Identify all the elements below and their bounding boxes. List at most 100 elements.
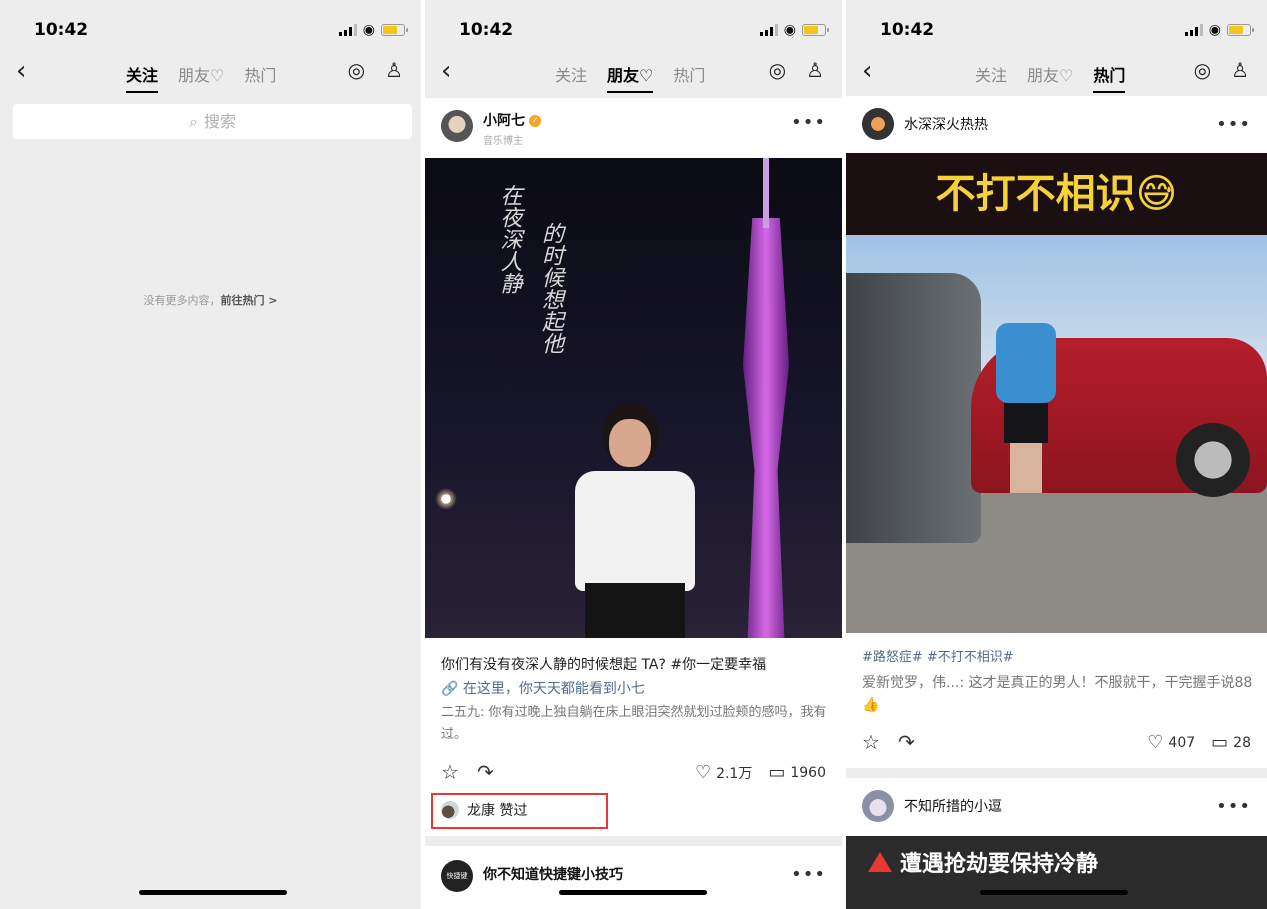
- avatar[interactable]: [862, 790, 894, 822]
- back-icon[interactable]: ‹: [16, 56, 26, 86]
- avatar[interactable]: 快捷键: [441, 860, 473, 892]
- comment-count: 1960: [790, 764, 826, 781]
- go-hot-link[interactable]: 前往热门 >: [220, 294, 277, 307]
- banner-text: 不打不相识😅: [935, 171, 1178, 217]
- like-count: 407: [1168, 734, 1196, 751]
- wifi-icon: ◉: [783, 22, 796, 38]
- more-options-icon[interactable]: •••: [1216, 114, 1251, 135]
- tab-following[interactable]: 关注: [975, 62, 1007, 93]
- star-icon[interactable]: ☆: [441, 760, 459, 784]
- tab-friends[interactable]: 朋友♡: [607, 62, 654, 93]
- search-icon: ⌕: [189, 112, 198, 131]
- overlay-line-2: 的时候想起他: [538, 222, 563, 354]
- star-icon[interactable]: ☆: [862, 730, 880, 754]
- location-icon[interactable]: ◎: [1194, 58, 1211, 82]
- panel-hot: 10:42 ◉ ‹ 关注 朋友♡ 热门 ◎ ♙ 水深深火热热 ••• 不打不相识…: [846, 0, 1267, 909]
- back-icon[interactable]: ‹: [441, 56, 451, 86]
- author-name[interactable]: 你不知道快捷键小技巧: [483, 864, 623, 884]
- panel-friends: 10:42 ◉ ‹ 关注 朋友♡ 热门 ◎ ♙ 小阿七 ✓ 音乐博主 ••• 在…: [425, 0, 842, 909]
- battery-icon: [381, 24, 408, 36]
- post-actions: ☆ ↷ ♡ 407 ▭ 28: [862, 730, 1251, 754]
- post-caption: 你们有没有夜深人静的时候想起 TA? #你一定要幸福: [441, 657, 767, 673]
- author-name[interactable]: 小阿七 ✓: [483, 110, 541, 130]
- post-video[interactable]: 不打不相识😅: [846, 153, 1267, 633]
- comment-icon: ▭: [768, 762, 786, 783]
- car-wheel: [1176, 423, 1250, 497]
- profile-icon[interactable]: ♙: [385, 58, 403, 82]
- street-light: [435, 488, 457, 510]
- like-count: 2.1万: [716, 765, 753, 782]
- signal-icon: [338, 24, 357, 36]
- top-comment[interactable]: 二五九: 你有过晚上独自躺在床上眼泪突然就划过脸颊的感吗，我有过。: [441, 702, 828, 746]
- comment-button[interactable]: ▭ 28: [1211, 732, 1251, 753]
- post-link-text: 在这里，你天天都能看到小七: [462, 681, 645, 697]
- wifi-icon: ◉: [1208, 22, 1221, 38]
- overlay-line-1: 在夜深人静: [496, 184, 522, 294]
- status-bar: 10:42 ◉: [0, 0, 421, 52]
- tower-spire: [763, 158, 769, 228]
- tab-hot[interactable]: 热门: [244, 62, 276, 93]
- post-header: 水深深火热热 •••: [846, 96, 1267, 154]
- avatar[interactable]: [862, 108, 894, 140]
- top-comment[interactable]: 爱新觉罗，伟...: 这才是真正的男人！不服就干，干完握手说88👍: [862, 672, 1253, 716]
- author-name[interactable]: 不知所措的小逗: [904, 796, 1002, 816]
- comment-icon: ▭: [1211, 732, 1229, 753]
- post-video[interactable]: 在夜深人静 的时候想起他: [425, 158, 842, 638]
- post-header: 不知所措的小逗 •••: [846, 778, 1267, 836]
- back-icon[interactable]: ‹: [862, 56, 872, 86]
- share-icon[interactable]: ↷: [898, 730, 915, 754]
- home-indicator[interactable]: [980, 890, 1128, 895]
- avatar: [441, 801, 459, 819]
- post-link[interactable]: 🔗 在这里，你天天都能看到小七: [441, 678, 828, 700]
- gray-suv: [846, 273, 981, 543]
- tab-following[interactable]: 关注: [126, 62, 159, 93]
- empty-text: 没有更多内容，: [143, 294, 221, 307]
- search-input[interactable]: ⌕ 搜索: [13, 104, 412, 139]
- author-name[interactable]: 水深深火热热: [904, 114, 988, 134]
- verified-icon: ✓: [529, 115, 541, 127]
- post-hashtags[interactable]: #路怒症# #不打不相识#: [862, 647, 1253, 669]
- profile-icon[interactable]: ♙: [806, 58, 824, 82]
- overlay-text: 在夜深人静 的时候想起他: [495, 184, 564, 354]
- more-options-icon[interactable]: •••: [1216, 796, 1251, 817]
- video-banner: 遭遇抢劫要保持冷静: [868, 846, 1098, 878]
- post-video[interactable]: 遭遇抢劫要保持冷静: [846, 836, 1267, 909]
- tab-hot[interactable]: 热门: [1093, 62, 1126, 93]
- top-nav: ‹ 关注 朋友♡ 热门 ◎ ♙: [425, 52, 842, 94]
- more-options-icon[interactable]: •••: [791, 112, 826, 133]
- location-icon[interactable]: ◎: [348, 58, 365, 82]
- empty-message: 没有更多内容，前往热门 >: [0, 292, 421, 308]
- video-banner: 不打不相识😅: [846, 153, 1267, 235]
- tab-friends[interactable]: 朋友♡: [1027, 62, 1073, 93]
- post-header: 小阿七 ✓ 音乐博主 •••: [425, 98, 842, 156]
- home-indicator[interactable]: [139, 890, 287, 895]
- status-bar: 10:42 ◉: [425, 0, 842, 52]
- top-nav: ‹ 关注 朋友♡ 热门 ◎ ♙: [0, 52, 421, 94]
- link-icon: 🔗: [441, 681, 463, 697]
- tab-friends[interactable]: 朋友♡: [178, 62, 224, 93]
- post-card: 水深深火热热 ••• 不打不相识😅 #路怒症# #不打不相识# 爱新觉罗，伟..…: [846, 96, 1267, 768]
- warning-icon: [868, 852, 892, 872]
- avatar-text: 快捷键: [446, 872, 468, 880]
- profile-icon[interactable]: ♙: [1231, 58, 1249, 82]
- signal-icon: [759, 24, 778, 36]
- author-subtitle: 音乐博主: [483, 136, 523, 147]
- like-button[interactable]: ♡ 407: [1147, 732, 1195, 753]
- tower-graphic: [743, 218, 789, 638]
- post-actions: ☆ ↷ ♡ 2.1万 ▭ 1960: [441, 760, 826, 784]
- liked-by[interactable]: 龙康 赞过: [441, 800, 527, 820]
- tab-hot[interactable]: 热门: [673, 62, 705, 93]
- share-icon[interactable]: ↷: [477, 760, 494, 784]
- author-name-text: 小阿七: [483, 113, 525, 129]
- location-icon[interactable]: ◎: [769, 58, 786, 82]
- wifi-icon: ◉: [362, 22, 375, 38]
- signal-icon: [1184, 24, 1203, 36]
- home-indicator[interactable]: [559, 890, 707, 895]
- more-options-icon[interactable]: •••: [791, 864, 826, 885]
- comment-button[interactable]: ▭ 1960: [768, 762, 826, 783]
- avatar[interactable]: [441, 110, 473, 142]
- man-figure: [996, 323, 1056, 493]
- tab-following[interactable]: 关注: [555, 62, 587, 93]
- like-button[interactable]: ♡ 2.1万: [695, 762, 752, 783]
- status-time: 10:42: [34, 20, 89, 40]
